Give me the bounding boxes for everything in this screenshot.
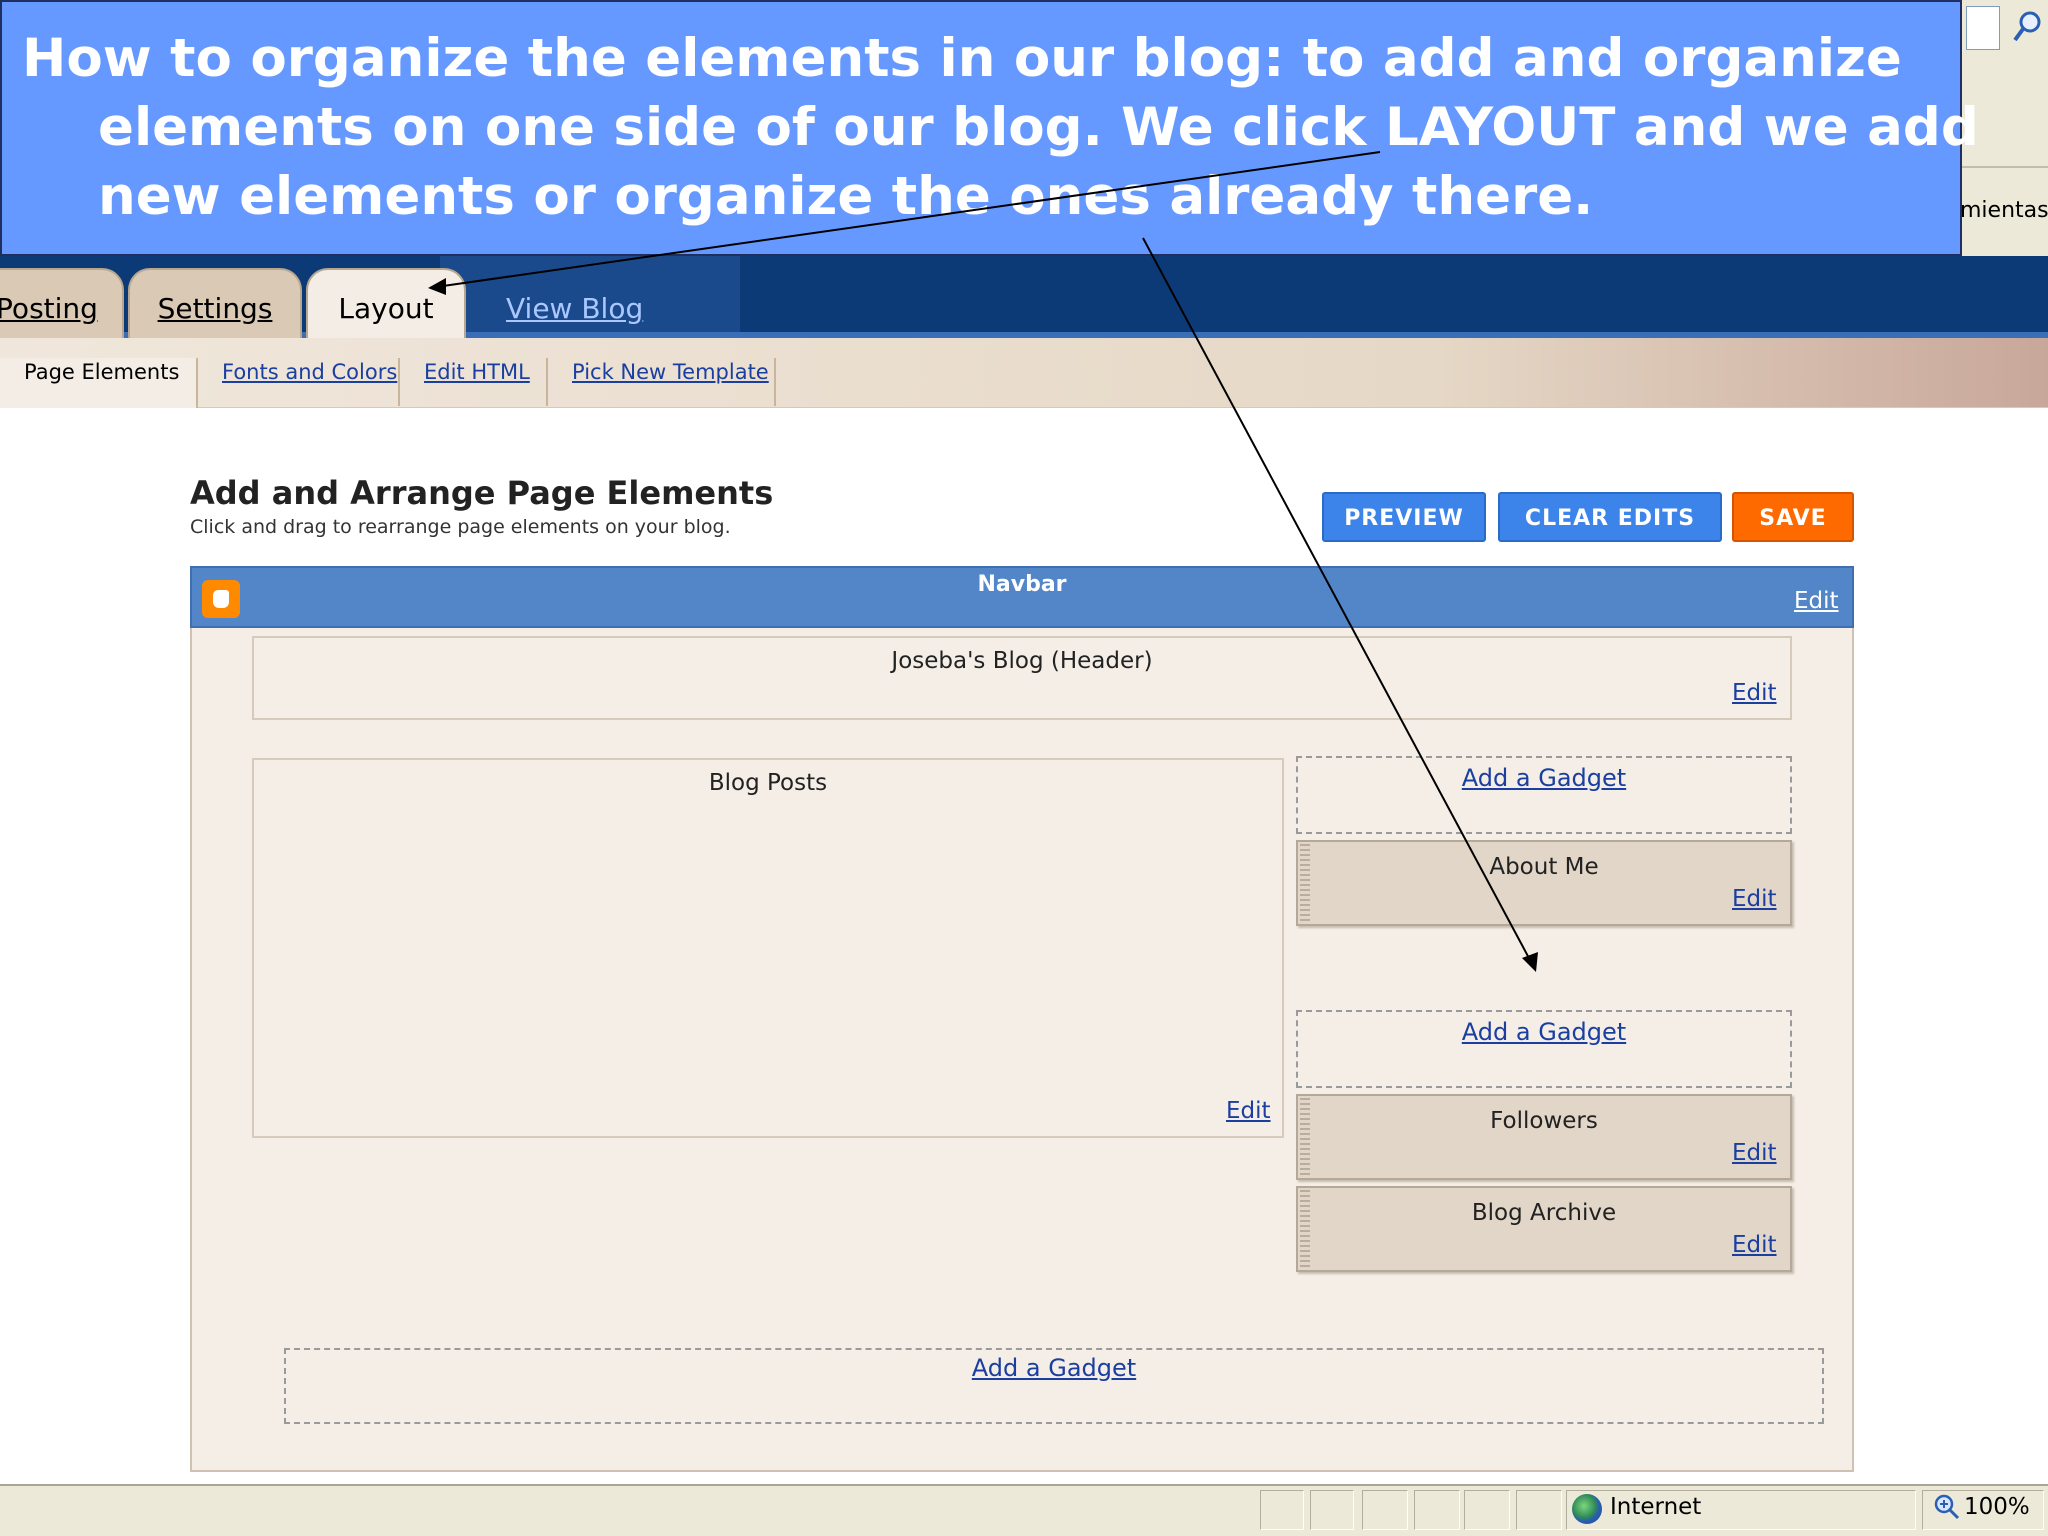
subtab-edit-html[interactable]: Edit HTML: [424, 360, 530, 384]
preview-button[interactable]: PREVIEW: [1322, 492, 1486, 542]
page-subtitle: Click and drag to rearrange page element…: [190, 516, 731, 538]
tab-posting[interactable]: Posting: [0, 268, 124, 338]
widget-title: Followers: [1490, 1108, 1598, 1134]
blog-archive-edit-link[interactable]: Edit: [1732, 1232, 1777, 1258]
widget-title: About Me: [1489, 854, 1599, 880]
header-edit-link[interactable]: Edit: [1732, 680, 1777, 706]
tools-menu-label[interactable]: mientas: [1960, 198, 2048, 223]
status-pane: [1362, 1490, 1408, 1530]
status-pane: [1310, 1490, 1354, 1530]
navbar-title: Navbar: [977, 572, 1067, 597]
save-button[interactable]: SAVE: [1732, 492, 1854, 542]
sidebar-widget-followers[interactable]: [1296, 1094, 1792, 1180]
status-pane: [1414, 1490, 1460, 1530]
zoom-icon[interactable]: [1934, 1494, 1960, 1520]
followers-edit-link[interactable]: Edit: [1732, 1140, 1777, 1166]
zoom-level[interactable]: 100%: [1964, 1494, 2030, 1520]
subtab-divider: [546, 358, 548, 406]
subtab-pick-template[interactable]: Pick New Template: [572, 360, 769, 384]
toolbar-divider: [1960, 166, 2048, 168]
sidebar-widget-blog-archive[interactable]: [1296, 1186, 1792, 1272]
tab-view-blog[interactable]: View Blog: [506, 292, 643, 325]
blog-posts-element[interactable]: [252, 758, 1284, 1138]
status-pane: [1516, 1490, 1562, 1530]
address-field-fragment[interactable]: [1966, 6, 2000, 50]
sidebar-widget-about-me[interactable]: [1296, 840, 1792, 926]
status-pane: [1464, 1490, 1510, 1530]
callout-line-3: new elements or organize the ones alread…: [98, 166, 1594, 227]
add-gadget-link[interactable]: Add a Gadget: [284, 1354, 1824, 1382]
callout-line-1: How to organize the elements in our blog…: [22, 28, 1902, 89]
header-title: Joseba's Blog (Header): [891, 648, 1153, 674]
security-zone-label: Internet: [1610, 1494, 1702, 1520]
about-me-edit-link[interactable]: Edit: [1732, 886, 1777, 912]
blog-posts-title: Blog Posts: [708, 770, 828, 796]
add-gadget-link[interactable]: Add a Gadget: [1296, 764, 1792, 792]
page-title: Add and Arrange Page Elements: [190, 474, 774, 512]
clear-edits-button[interactable]: CLEAR EDITS: [1498, 492, 1722, 542]
tab-settings[interactable]: Settings: [128, 268, 302, 338]
subtab-page-elements[interactable]: Page Elements: [24, 360, 179, 384]
navbar-edit-link[interactable]: Edit: [1794, 588, 1839, 614]
blog-posts-edit-link[interactable]: Edit: [1226, 1098, 1271, 1124]
search-icon[interactable]: [2012, 10, 2042, 44]
add-gadget-link[interactable]: Add a Gadget: [1296, 1018, 1792, 1046]
widget-title: Blog Archive: [1471, 1200, 1617, 1226]
subtab-divider: [774, 358, 776, 406]
callout-line-2: elements on one side of our blog. We cli…: [98, 97, 1979, 158]
instruction-callout: How to organize the elements in our blog…: [0, 0, 1979, 256]
subtab-fonts-colors[interactable]: Fonts and Colors: [222, 360, 397, 384]
subtab-divider: [398, 358, 400, 406]
status-pane: [1260, 1490, 1304, 1530]
tab-layout[interactable]: Layout: [306, 268, 466, 342]
globe-icon: [1572, 1494, 1602, 1524]
